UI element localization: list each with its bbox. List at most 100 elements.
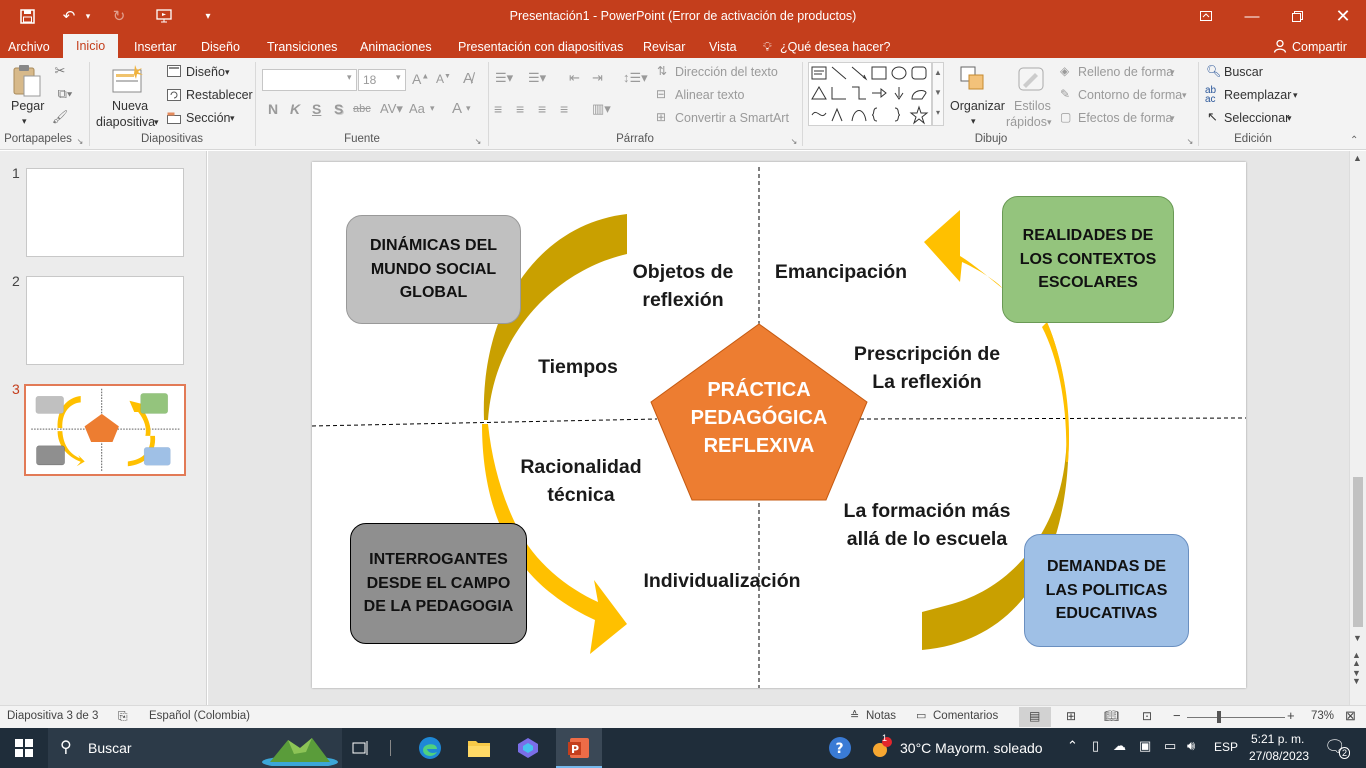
taskbar-powerpoint-active[interactable]: P — [556, 728, 602, 768]
new-slide-dropdown-icon[interactable]: ▾ — [154, 117, 159, 128]
slide-sorter-icon[interactable]: ⊞ — [1066, 709, 1076, 723]
align-left-icon[interactable]: ≡ — [494, 101, 502, 117]
fit-slide-icon[interactable]: ⊠ — [1345, 708, 1356, 724]
zoom-slider[interactable] — [1187, 717, 1285, 718]
label-formacion[interactable]: La formación más allá de lo escuela — [832, 497, 1022, 553]
paste-dropdown-icon[interactable]: ▾ — [22, 116, 27, 127]
bullets-icon[interactable]: ☰▾ — [495, 70, 513, 86]
font-color-button[interactable]: A — [452, 100, 462, 117]
character-spacing-icon[interactable]: AV▾ — [380, 101, 403, 117]
scroll-thumb[interactable] — [1353, 477, 1363, 627]
minimize-icon[interactable]: — — [1229, 0, 1275, 32]
align-right-icon[interactable]: ≡ — [538, 101, 546, 117]
replace-button[interactable]: Reemplazar — [1224, 88, 1291, 102]
bold-button[interactable]: N — [268, 101, 278, 117]
shadow-button[interactable]: S — [334, 101, 343, 117]
next-slide-icon[interactable]: ▼ ▼ — [1352, 669, 1361, 686]
share-button[interactable]: Compartir — [1292, 37, 1347, 58]
thumbnail-slide-3[interactable] — [24, 384, 186, 476]
underline-button[interactable]: S — [312, 101, 321, 117]
new-slide-label-1[interactable]: Nueva — [112, 99, 148, 113]
tab-transiciones[interactable]: Transiciones — [267, 37, 337, 58]
normal-view-icon[interactable]: ▤ — [1029, 709, 1040, 723]
numbering-icon[interactable]: ☰▾ — [528, 70, 546, 86]
slideshow-icon[interactable]: ⊡ — [1142, 709, 1152, 723]
paragraph-launcher-icon[interactable]: ↘ — [790, 137, 798, 146]
device-icon[interactable]: ▯ — [1092, 738, 1099, 754]
comments-button[interactable]: Comentarios — [933, 710, 998, 722]
tab-animaciones[interactable]: Animaciones — [360, 37, 432, 58]
cut-icon[interactable]: ✂ — [52, 63, 68, 79]
shape-effects-dropdown-icon[interactable]: ▾ — [1170, 113, 1175, 124]
select-dropdown-icon[interactable]: ▾ — [1287, 113, 1292, 124]
tab-revisar[interactable]: Revisar — [643, 37, 685, 58]
tab-presentacion[interactable]: Presentación con diapositivas — [458, 37, 623, 58]
network-icon[interactable]: ▭ — [1164, 738, 1176, 754]
arrange-dropdown-icon[interactable]: ▾ — [971, 116, 976, 127]
text-direction-button[interactable]: Dirección del texto — [675, 65, 778, 79]
display-icon[interactable]: ▣ — [1139, 738, 1151, 754]
format-painter-icon[interactable]: 🖌︎ — [52, 109, 69, 125]
font-color-dropdown-icon[interactable]: ▾ — [466, 103, 471, 114]
center-text[interactable]: PRÁCTICA PEDAGÓGICA REFLEXIVA — [672, 376, 846, 460]
line-spacing-icon[interactable]: ↕☰▾ — [623, 70, 648, 86]
quick-styles-icon[interactable] — [1016, 64, 1046, 94]
slide-canvas[interactable]: DINÁMICAS DEL MUNDO SOCIAL GLOBAL REALIDAD… — [312, 162, 1246, 688]
change-case-dropdown-icon[interactable]: ▾ — [430, 103, 435, 114]
thumbnail-slide-1[interactable] — [26, 168, 184, 257]
copilot-app-icon[interactable] — [513, 734, 543, 762]
task-view-icon[interactable] — [346, 734, 376, 762]
reading-view-icon[interactable]: 📖︎ — [1104, 709, 1119, 723]
font-name-dropdown-icon[interactable]: ▾ — [347, 72, 352, 83]
label-emancipacion[interactable]: Emancipación — [766, 258, 916, 286]
paste-icon[interactable] — [10, 64, 44, 98]
columns-icon[interactable]: ▥▾ — [592, 101, 611, 117]
scroll-up-icon[interactable]: ▲ — [1353, 153, 1362, 163]
italic-button[interactable]: K — [290, 101, 300, 117]
shrink-font-icon[interactable]: A▼ — [436, 72, 451, 86]
clipboard-launcher-icon[interactable]: ↘ — [76, 137, 84, 146]
meet-now-icon[interactable]: ☁ — [1113, 738, 1126, 754]
replace-dropdown-icon[interactable]: ▾ — [1293, 90, 1298, 101]
clear-format-icon[interactable]: A̸ — [463, 70, 473, 87]
box-dinamicas-mundo-social[interactable]: DINÁMICAS DEL MUNDO SOCIAL GLOBAL — [346, 215, 521, 324]
file-explorer-icon[interactable] — [464, 734, 494, 762]
scroll-down-icon[interactable]: ▼ — [1353, 633, 1362, 643]
reset-button[interactable]: Restablecer — [186, 88, 253, 102]
increase-indent-icon[interactable]: ⇥ — [592, 70, 603, 86]
label-prescripcion[interactable]: Prescripción de La reflexión — [844, 340, 1010, 396]
label-individualizacion[interactable]: Individualización — [632, 567, 812, 595]
change-case-button[interactable]: Aa — [409, 101, 425, 116]
volume-icon[interactable]: 🔊︎ — [1187, 738, 1195, 754]
weather-text[interactable]: 30°C Mayorm. soleado — [900, 740, 1043, 756]
tell-me-input[interactable]: ¿Qué desea hacer? — [780, 37, 891, 58]
shape-fill-dropdown-icon[interactable]: ▾ — [1170, 67, 1175, 78]
paste-label[interactable]: Pegar — [11, 99, 44, 113]
font-size-dropdown-icon[interactable]: ▾ — [396, 72, 401, 83]
label-tiempos[interactable]: Tiempos — [528, 353, 628, 381]
shapes-gallery[interactable] — [808, 62, 932, 126]
arrange-label[interactable]: Organizar — [950, 99, 1005, 113]
spellcheck-icon[interactable]: ⎘ — [118, 709, 128, 724]
box-demandas-politicas[interactable]: DEMANDAS DE LAS POLITICAS EDUCATIVAS — [1024, 534, 1189, 647]
label-objetos-reflexion[interactable]: Objetos de reflexión — [618, 258, 748, 314]
taskbar-search-box[interactable]: ⚲ Buscar — [48, 728, 342, 768]
language-indicator[interactable]: Español (Colombia) — [149, 710, 250, 722]
edge-icon[interactable] — [415, 734, 445, 762]
tab-insertar[interactable]: Insertar — [134, 37, 176, 58]
maximize-icon[interactable] — [1274, 0, 1320, 32]
smartart-button[interactable]: Convertir a SmartArt — [675, 111, 789, 125]
shapes-gallery-scroll[interactable]: ▲ ▼ ▾ — [932, 62, 944, 126]
quick-styles-label-1[interactable]: Estilos — [1014, 99, 1051, 113]
copy-icon[interactable]: ⧉▾ — [52, 86, 78, 102]
find-button[interactable]: Buscar — [1224, 65, 1263, 79]
quick-styles-label-2[interactable]: rápidos — [1006, 115, 1047, 129]
weather-icon[interactable]: 1 — [866, 733, 896, 762]
new-slide-label-2[interactable]: diapositiva — [96, 115, 155, 129]
quick-styles-dropdown-icon[interactable]: ▾ — [1047, 117, 1052, 128]
vertical-scrollbar[interactable]: ▲ ▼ ▲ ▲ ▼ ▼ — [1349, 151, 1366, 705]
layout-button[interactable]: Diseño — [186, 65, 225, 79]
collapse-ribbon-icon[interactable]: ⌃ — [1350, 135, 1358, 146]
thumbnail-slide-2[interactable] — [26, 276, 184, 365]
section-button[interactable]: Sección — [186, 111, 230, 125]
